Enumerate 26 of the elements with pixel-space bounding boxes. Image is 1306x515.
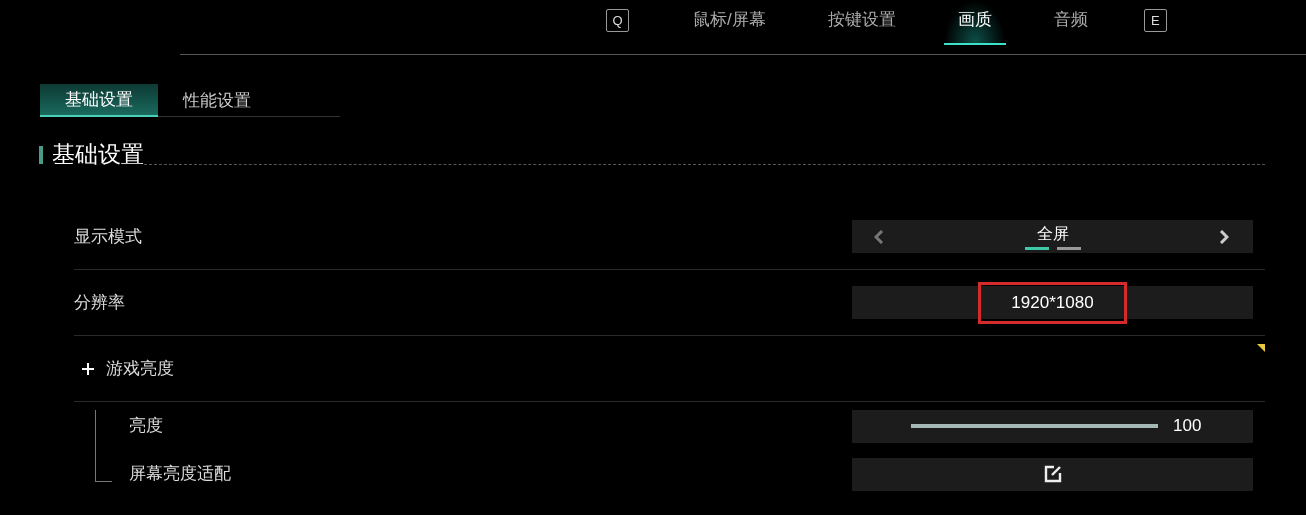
key-hint[interactable]: E [1143, 9, 1167, 32]
corner-marker-icon [1257, 344, 1265, 352]
brightness-slider[interactable]: 100 [852, 409, 1253, 443]
nav-tab[interactable]: 鼠标/屏幕 [679, 0, 780, 45]
setting-label: 分辨率 [74, 291, 125, 314]
nav-tab[interactable]: 音频 [1039, 0, 1102, 45]
chevron-left-icon[interactable] [874, 229, 884, 244]
key-hint[interactable]: Q [606, 9, 629, 32]
chevron-right-icon[interactable] [1219, 229, 1229, 244]
accent-bar [39, 146, 43, 164]
selector-value: 全屏 [1036, 223, 1069, 244]
sub-tab[interactable]: 性能设置 [158, 84, 276, 117]
setting-label: 显示模式 [74, 225, 142, 248]
resolution-field[interactable]: 1920*1080 [978, 281, 1127, 324]
setting-label: 屏幕亮度适配 [129, 463, 231, 486]
slider-value: 100 [1173, 415, 1202, 438]
nav-tab[interactable]: 画质 [943, 0, 1006, 45]
group-toggle[interactable]: 游戏亮度 [82, 355, 174, 382]
setting-label: 亮度 [129, 415, 163, 438]
mode-selector[interactable]: 全屏 [852, 220, 1253, 253]
nav-tab[interactable]: 按键设置 [813, 0, 910, 45]
edit-icon [1042, 464, 1063, 484]
section-title: 基础设置 [52, 140, 144, 169]
slider-fill[interactable] [911, 424, 1158, 428]
tree-line [95, 410, 112, 482]
sub-tab[interactable]: 基础设置 [40, 84, 158, 117]
